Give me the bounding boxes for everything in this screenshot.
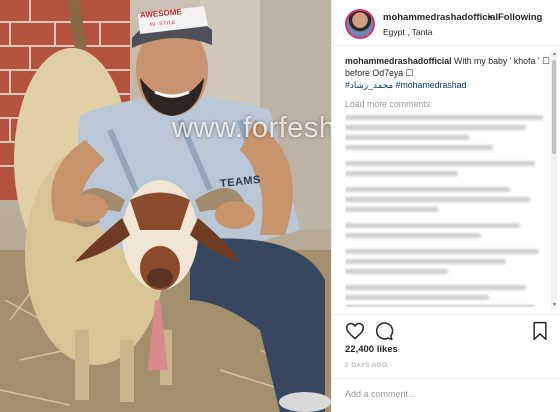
post-timestamp[interactable]: 2 DAYS AGO bbox=[345, 362, 388, 369]
bookmark-icon[interactable] bbox=[532, 321, 548, 341]
caption-username-link[interactable]: mohammedrashadofficial bbox=[345, 56, 452, 66]
post-side-panel: mohammedrashadofficial • Following Egypt… bbox=[331, 0, 560, 412]
comment-bubble-icon[interactable] bbox=[374, 321, 394, 341]
watermark: www.forfesh.com bbox=[172, 112, 331, 144]
comments-section[interactable]: mohammedrashadofficial With my baby ' kh… bbox=[345, 55, 551, 307]
header-username-link[interactable]: mohammedrashadofficial bbox=[383, 12, 498, 23]
post-actions bbox=[332, 314, 560, 344]
post-photo[interactable]: AWESOME IN · STYLE TEAMS www.forfesh.com bbox=[0, 0, 331, 412]
following-button[interactable]: Following bbox=[498, 12, 542, 23]
header-separator: • bbox=[489, 12, 493, 22]
heart-icon[interactable] bbox=[345, 321, 365, 341]
add-comment-input[interactable] bbox=[345, 389, 545, 399]
caption-hashtags[interactable]: #محمد_رشاد #mohamedrashad bbox=[345, 79, 551, 91]
add-comment-bar bbox=[332, 378, 560, 412]
load-more-comments-link[interactable]: Load more comments bbox=[345, 99, 551, 109]
blurred-comments bbox=[345, 115, 551, 307]
likes-count[interactable]: 22,400 likes bbox=[345, 344, 398, 355]
post-caption: mohammedrashadofficial With my baby ' kh… bbox=[345, 55, 551, 79]
scroll-up-arrow-icon[interactable]: ▲ bbox=[552, 51, 557, 57]
comments-scrollbar-thumb[interactable] bbox=[552, 60, 556, 154]
scroll-down-arrow-icon[interactable]: ▼ bbox=[552, 302, 557, 308]
avatar[interactable] bbox=[345, 9, 375, 39]
photo-illustration bbox=[0, 0, 331, 412]
post-header: mohammedrashadofficial • Following Egypt… bbox=[332, 0, 560, 46]
location-link[interactable]: Egypt , Tanta bbox=[383, 27, 432, 37]
